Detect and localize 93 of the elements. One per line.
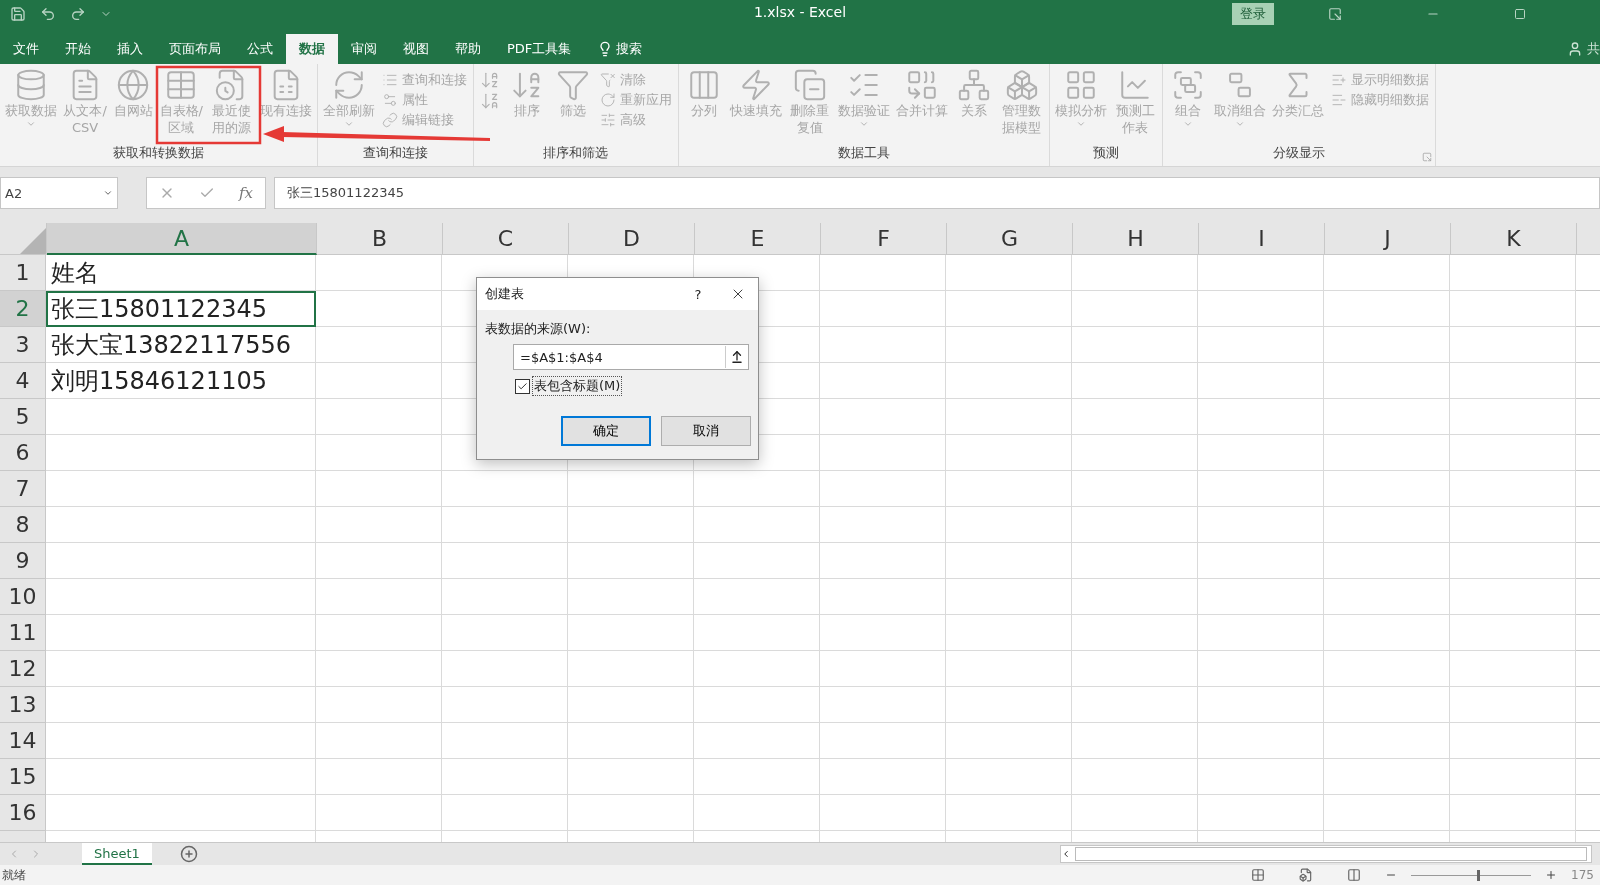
collapse-icon[interactable] <box>730 350 744 364</box>
group-label: 预测 <box>1092 144 1121 162</box>
row-header[interactable]: 4 <box>0 363 46 399</box>
ribbon-tab[interactable]: 视图 <box>390 34 442 64</box>
group-label: 获取和转换数据 <box>111 144 205 162</box>
column-header[interactable]: H <box>1073 223 1199 255</box>
reapply-icon <box>599 91 616 108</box>
ribbon-tab[interactable]: PDF工具集 <box>494 34 585 64</box>
insert-function-button[interactable]: fx <box>238 184 253 202</box>
ribbon-tab[interactable]: 页面布局 <box>156 34 234 64</box>
table-cell: 张三15801122345 <box>46 291 316 327</box>
formula-field[interactable]: 张三15801122345 <box>274 177 1600 209</box>
row-header[interactable]: 1 <box>0 255 46 291</box>
zoom-level: 175 <box>1571 868 1594 882</box>
row-header[interactable]: 14 <box>0 723 46 759</box>
ribbon-options-icon[interactable] <box>1328 7 1342 21</box>
redo-icon[interactable] <box>70 6 86 22</box>
dialog-button[interactable]: 取消 <box>661 416 751 446</box>
row-header[interactable]: 2 <box>0 291 46 327</box>
table-cell: 张大宝13822117556 <box>46 327 316 363</box>
window-title: 1.xlsx - Excel <box>753 4 847 20</box>
name-box[interactable]: A2 <box>0 177 118 209</box>
row-header[interactable]: 5 <box>0 399 46 435</box>
dialog-button[interactable]: 确定 <box>561 416 651 446</box>
scroll-left-icon[interactable] <box>1061 849 1071 859</box>
column-header[interactable]: K <box>1451 223 1577 255</box>
ribbon-tab[interactable]: 数据 <box>286 34 338 64</box>
column-header[interactable]: A <box>47 223 317 255</box>
checkmark-icon <box>517 380 528 392</box>
funnel-x-icon <box>599 71 616 88</box>
group-label: 排序和筛选 <box>542 144 610 162</box>
dialog-title: 创建表 <box>485 285 525 303</box>
row-header[interactable]: 6 <box>0 435 46 471</box>
zoom-in-icon[interactable] <box>1545 869 1558 881</box>
row-header[interactable]: 9 <box>0 543 46 579</box>
ribbon-tab[interactable]: 公式 <box>234 34 286 64</box>
group-label: 数据工具 <box>836 144 891 162</box>
row-header[interactable]: 11 <box>0 615 46 651</box>
column-header[interactable]: E <box>695 223 821 255</box>
column-header[interactable]: C <box>443 223 569 255</box>
globe-icon <box>116 68 151 102</box>
row-header[interactable]: 15 <box>0 759 46 795</box>
caret-icon <box>103 188 113 198</box>
database-icon <box>14 68 48 102</box>
column-header[interactable]: F <box>821 223 947 255</box>
ribbon-tab[interactable]: 插入 <box>104 34 156 64</box>
properties-icon <box>381 91 398 108</box>
maximize-icon[interactable] <box>1514 8 1526 20</box>
horizontal-scrollbar[interactable] <box>1060 845 1592 863</box>
checkbox-label[interactable]: 表包含标题(M) <box>532 376 623 396</box>
ribbon-tab[interactable]: 文件 <box>0 34 52 64</box>
link-icon <box>381 111 398 128</box>
status-text: 就绪 <box>2 866 26 884</box>
remove-duplicates-icon <box>792 68 827 102</box>
ribbon-tab[interactable]: 开始 <box>52 34 104 64</box>
row-header[interactable]: 12 <box>0 651 46 687</box>
cubes-icon <box>1004 68 1039 102</box>
login-button[interactable]: 登录 <box>1232 3 1274 25</box>
row-header[interactable]: 3 <box>0 327 46 363</box>
checkbox[interactable] <box>515 378 530 394</box>
column-header[interactable]: B <box>317 223 443 255</box>
group-label: 分级显示 <box>1272 144 1327 162</box>
column-header[interactable]: G <box>947 223 1073 255</box>
row-header[interactable]: 13 <box>0 687 46 723</box>
network-icon <box>956 68 991 102</box>
undo-icon[interactable] <box>40 6 56 22</box>
row-header[interactable]: 8 <box>0 507 46 543</box>
row-header[interactable]: 7 <box>0 471 46 507</box>
ribbon-tab[interactable]: 搜索 <box>584 34 656 64</box>
table-cell: 姓名 <box>46 255 316 291</box>
sheet-tab[interactable]: Sheet1 <box>82 843 152 865</box>
dialog-launcher-icon[interactable] <box>1422 152 1433 162</box>
share-label[interactable]: 共 <box>1587 40 1600 58</box>
group-label: 查询和连接 <box>361 144 429 162</box>
column-header[interactable]: J <box>1325 223 1451 255</box>
help-button[interactable]: ? <box>678 286 718 302</box>
page-break-icon[interactable] <box>1347 868 1362 882</box>
table-cell: 刘明15846121105 <box>46 363 316 399</box>
row-header[interactable]: 10 <box>0 579 46 615</box>
field-label: 表数据的来源(W): <box>485 320 592 338</box>
ribbon-tab[interactable]: 帮助 <box>442 34 494 64</box>
funnel-icon <box>555 68 590 102</box>
user-icon[interactable] <box>1567 41 1583 57</box>
sliders-icon <box>599 111 616 128</box>
save-icon[interactable] <box>10 6 26 22</box>
column-header[interactable]: D <box>569 223 695 255</box>
row-header[interactable]: 16 <box>0 795 46 831</box>
page-layout-icon[interactable] <box>1299 868 1314 882</box>
add-sheet-icon[interactable] <box>179 845 198 863</box>
range-field[interactable]: =$A$1:$A$4 <box>513 344 749 370</box>
ribbon-tab[interactable]: 审阅 <box>338 34 390 64</box>
normal-view-icon[interactable] <box>1251 868 1266 882</box>
column-header[interactable]: I <box>1199 223 1325 255</box>
